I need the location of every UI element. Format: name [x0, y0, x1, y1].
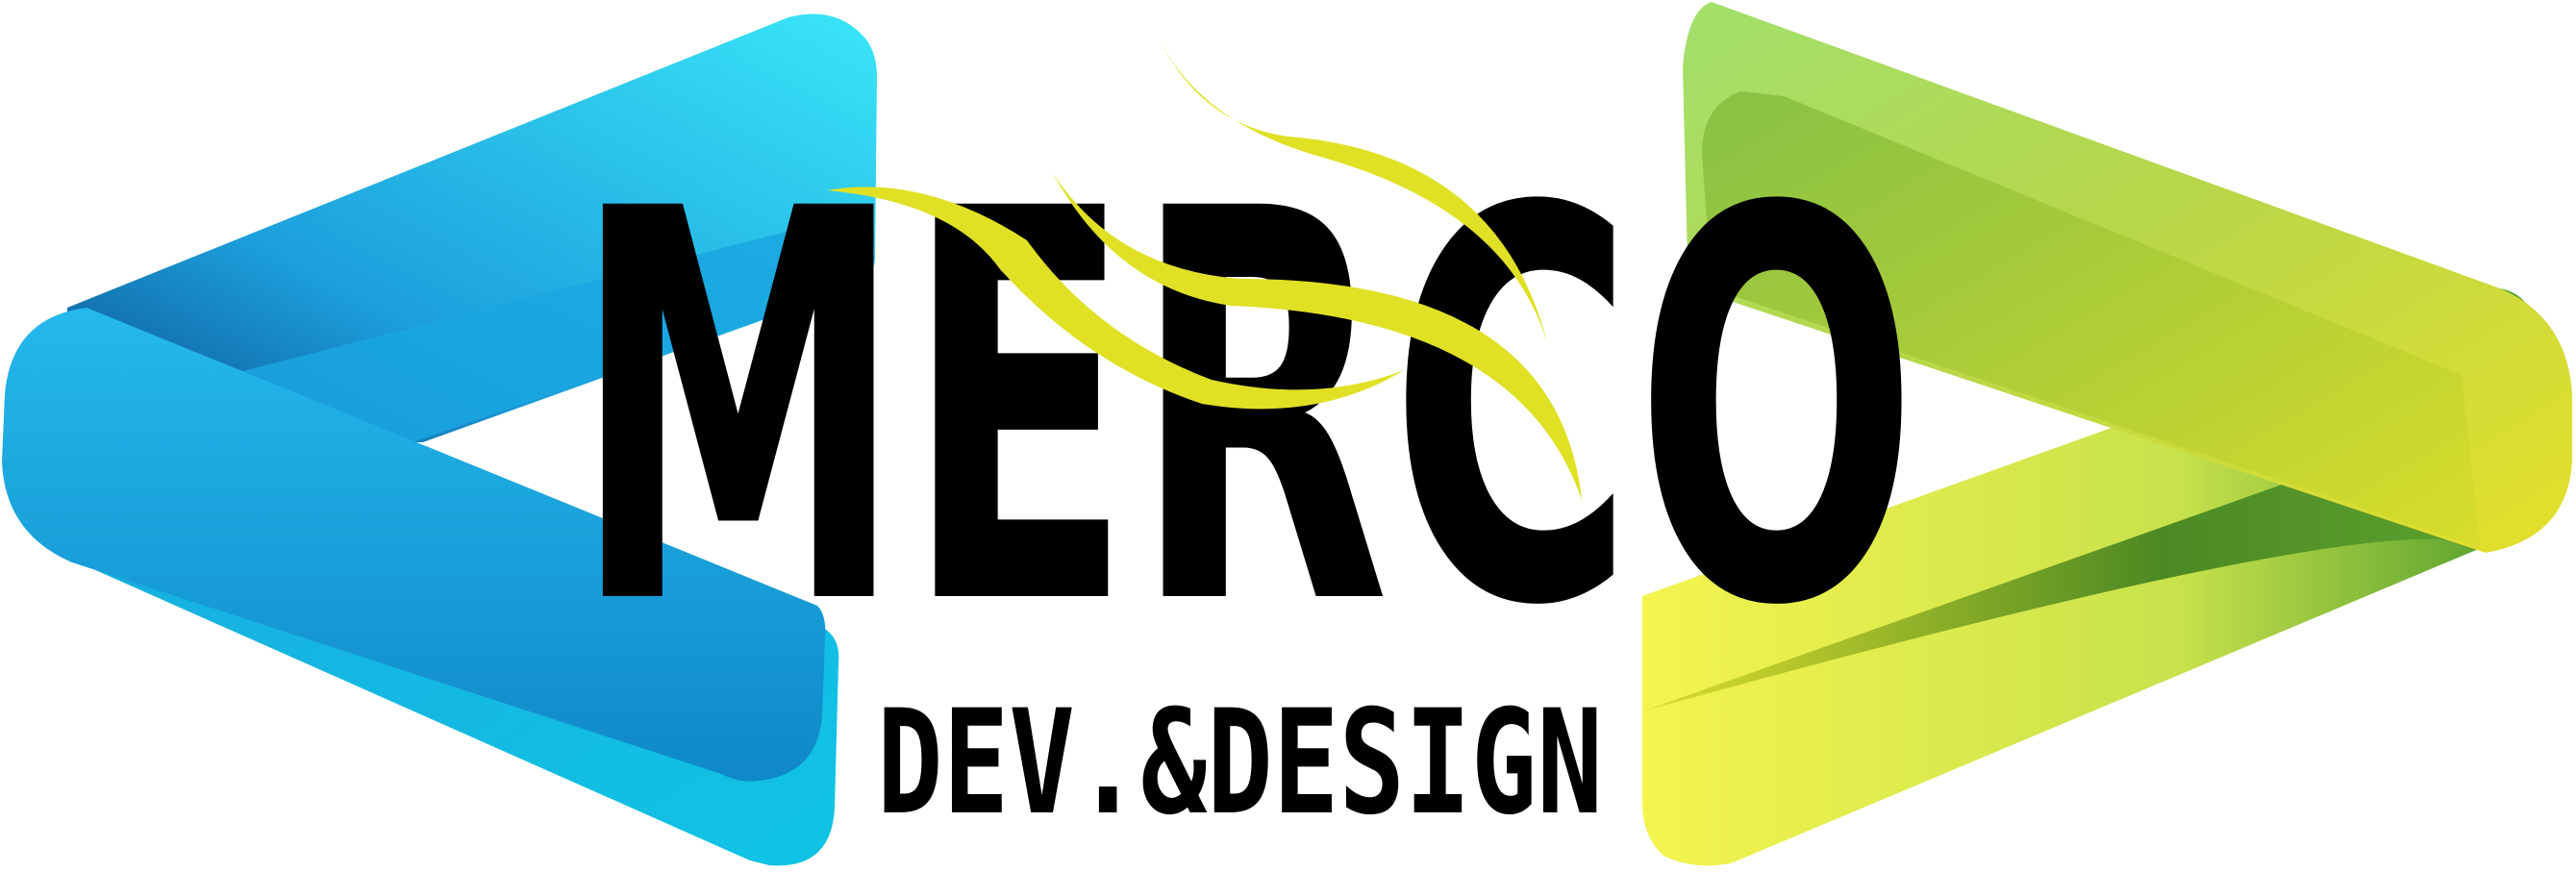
merco-logo: MERCO DEV.&DESIGN: [0, 0, 2576, 872]
wordmark-text: MERCO: [572, 97, 1918, 724]
wordmark: MERCO: [572, 97, 1918, 724]
tagline: DEV.&DESIGN: [877, 680, 1603, 847]
tagline-text: DEV.&DESIGN: [877, 680, 1603, 847]
logo-artwork: MERCO DEV.&DESIGN: [2, 2, 2572, 866]
